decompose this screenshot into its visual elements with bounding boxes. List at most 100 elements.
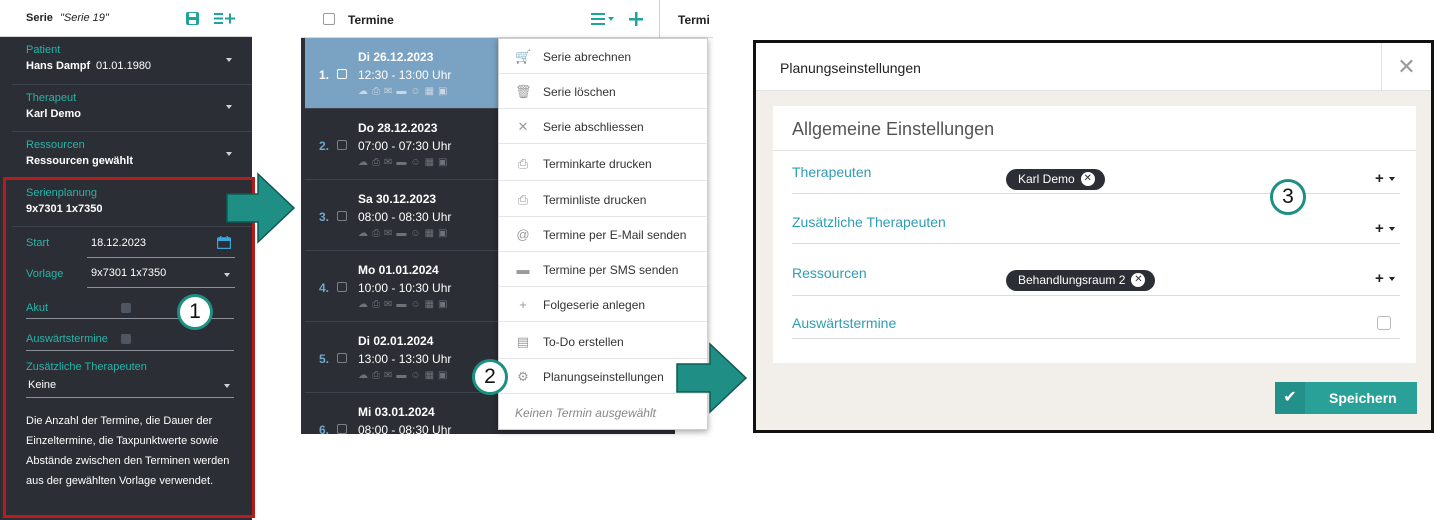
- chevron-down-icon: [226, 152, 232, 156]
- chevron-down-icon[interactable]: [1389, 227, 1395, 231]
- arrow-right-icon: [226, 172, 296, 244]
- menu-item-label: Termine per SMS senden: [543, 263, 679, 277]
- remove-icon[interactable]: ✕: [1080, 172, 1095, 186]
- auswaertstermine-checkbox[interactable]: [1377, 316, 1391, 330]
- add-icon[interactable]: [629, 12, 643, 26]
- save-icon[interactable]: [186, 12, 199, 25]
- gear-icon: ⚙: [517, 369, 529, 384]
- ressourcen-value: Ressourcen gewählt: [26, 155, 133, 167]
- add-zusaetzliche-icon[interactable]: +: [1375, 220, 1384, 237]
- highlight-box: [3, 177, 255, 518]
- menu-item-label: Termine per E-Mail senden: [543, 228, 687, 242]
- therapeuten-label: Therapeuten: [792, 164, 872, 180]
- appointment-number: 5.: [319, 352, 330, 366]
- chevron-down-icon[interactable]: [1389, 177, 1395, 181]
- callout-badge-1: 1: [177, 294, 213, 330]
- chevron-down-icon[interactable]: [1389, 277, 1395, 281]
- appointment-checkbox[interactable]: [337, 353, 347, 363]
- divider: [659, 0, 660, 38]
- chip-label: Karl Demo: [1018, 172, 1075, 186]
- chevron-down-icon: [226, 105, 232, 109]
- menu-item-label: To-Do erstellen: [543, 335, 624, 349]
- save-button[interactable]: ✔ Speichern: [1275, 382, 1417, 414]
- menu-item-folgeserie-anlegen[interactable]: + Folgeserie anlegen: [499, 287, 707, 322]
- easel-icon: ▤: [516, 334, 530, 349]
- menu-item-sms-senden[interactable]: ▬ Termine per SMS senden: [499, 252, 707, 287]
- menu-item-label: Folgeserie anlegen: [543, 298, 646, 312]
- ressourcen-label: Ressourcen: [792, 265, 867, 281]
- at-icon: @: [516, 227, 530, 242]
- termine-header: Termine Termi: [301, 0, 713, 38]
- callout-badge-2: 2: [472, 359, 508, 395]
- divider: [773, 150, 1416, 151]
- menu-item-serie-abrechnen[interactable]: 🛒 Serie abrechnen: [499, 39, 707, 74]
- close-icon[interactable]: ✕: [1381, 43, 1431, 91]
- select-all-checkbox[interactable]: [323, 13, 335, 25]
- section-title: Allgemeine Einstellungen: [792, 119, 995, 139]
- appointment-checkbox[interactable]: [337, 282, 347, 292]
- remove-icon[interactable]: ✕: [1131, 273, 1146, 287]
- add-therapeut-icon[interactable]: +: [1375, 170, 1384, 187]
- menu-item-label: Terminkarte drucken: [543, 157, 652, 171]
- ressource-chip[interactable]: Behandlungsraum 2 ✕: [1006, 270, 1156, 291]
- arrow-right-icon: [676, 342, 748, 414]
- menu-item-serie-loeschen[interactable]: 🗑 Serie löschen: [499, 74, 707, 109]
- callout-badge-3: 3: [1270, 179, 1306, 215]
- appointment-number: 1.: [319, 68, 330, 82]
- serie-header: Serie "Serie 19": [0, 0, 252, 37]
- chip-label: Behandlungsraum 2: [1018, 273, 1126, 287]
- print-icon: ⎙: [517, 156, 529, 171]
- appointment-checkbox[interactable]: [337, 211, 347, 221]
- appointment-time: 10:00 - 10:30 Uhr: [358, 281, 452, 295]
- ressourcen-field[interactable]: Ressourcen Ressourcen gewählt: [12, 132, 252, 178]
- zusaetzliche-therapeuten-label: Zusätzliche Therapeuten: [792, 214, 946, 230]
- appointment-number: 3.: [319, 210, 330, 224]
- appointment-checkbox[interactable]: [337, 69, 347, 79]
- patient-field[interactable]: Patient Hans Dampf 01.01.1980: [12, 37, 252, 85]
- termine-title: Termine: [348, 13, 394, 27]
- appointment-time: 08:00 - 08:30 Uhr: [358, 210, 452, 224]
- menu-dropdown-icon[interactable]: [591, 12, 617, 26]
- appointment-day: Do 28.12.2023: [358, 121, 438, 135]
- patient-label: Patient: [26, 44, 61, 56]
- save-label: Speichern: [1329, 390, 1397, 406]
- menu-item-label: Serie abrechnen: [543, 50, 632, 64]
- appointment-status-icons: ☁⎙✉▬☺▦▣: [358, 86, 452, 97]
- appointment-time: 08:00 - 08:30 Uhr: [358, 423, 452, 434]
- add-ressource-icon[interactable]: +: [1375, 270, 1384, 287]
- dialog-title: Planungseinstellungen: [780, 60, 921, 76]
- menu-item-terminkarte-drucken[interactable]: ⎙ Terminkarte drucken: [499, 146, 707, 181]
- therapeut-label: Therapeut: [26, 92, 77, 104]
- dialog-titlebar: Planungseinstellungen ✕: [756, 43, 1431, 91]
- menu-item-label: Terminliste drucken: [543, 193, 647, 207]
- trash-icon: 🗑: [515, 84, 532, 99]
- row-underline: [792, 243, 1400, 244]
- appointment-time: 13:00 - 13:30 Uhr: [358, 352, 452, 366]
- appointment-number: 6.: [319, 423, 330, 434]
- cart-icon: 🛒: [515, 49, 532, 64]
- plus-icon: +: [519, 297, 527, 312]
- planungseinstellungen-dialog: Planungseinstellungen ✕ Allgemeine Einst…: [753, 40, 1434, 433]
- therapeut-chip[interactable]: Karl Demo ✕: [1006, 169, 1105, 190]
- appointment-status-icons: ☁⎙✉▬☺▦▣: [358, 228, 452, 239]
- menu-item-label: Serie abschliessen: [543, 120, 644, 134]
- settings-card: Allgemeine Einstellungen Therapeuten Kar…: [773, 106, 1416, 363]
- patient-name: Hans Dampf: [26, 60, 91, 72]
- menu-item-email-senden[interactable]: @ Termine per E-Mail senden: [499, 217, 707, 252]
- serie-name: "Serie 19": [60, 12, 109, 24]
- check-icon: ✔: [1275, 382, 1305, 414]
- appointment-checkbox[interactable]: [337, 424, 347, 434]
- menu-item-serie-abschliessen[interactable]: ✕ Serie abschliessen: [499, 109, 707, 144]
- termine-title-secondary: Termi: [678, 13, 710, 27]
- menu-item-terminliste-drucken[interactable]: ⎙ Terminliste drucken: [499, 182, 707, 217]
- menu-footer-text: Keinen Termin ausgewählt: [515, 406, 656, 420]
- appointment-number: 4.: [319, 281, 330, 295]
- appointment-status-icons: ☁⎙✉▬☺▦▣: [358, 370, 452, 381]
- appointment-checkbox[interactable]: [337, 140, 347, 150]
- patient-birthdate: 01.01.1980: [96, 60, 152, 72]
- appointment-time: 12:30 - 13:00 Uhr: [358, 68, 452, 82]
- ressourcen-label: Ressourcen: [26, 139, 85, 151]
- list-add-icon[interactable]: [214, 12, 236, 25]
- appointment-day: Mi 03.01.2024: [358, 405, 435, 419]
- therapeut-field[interactable]: Therapeut Karl Demo: [12, 85, 252, 131]
